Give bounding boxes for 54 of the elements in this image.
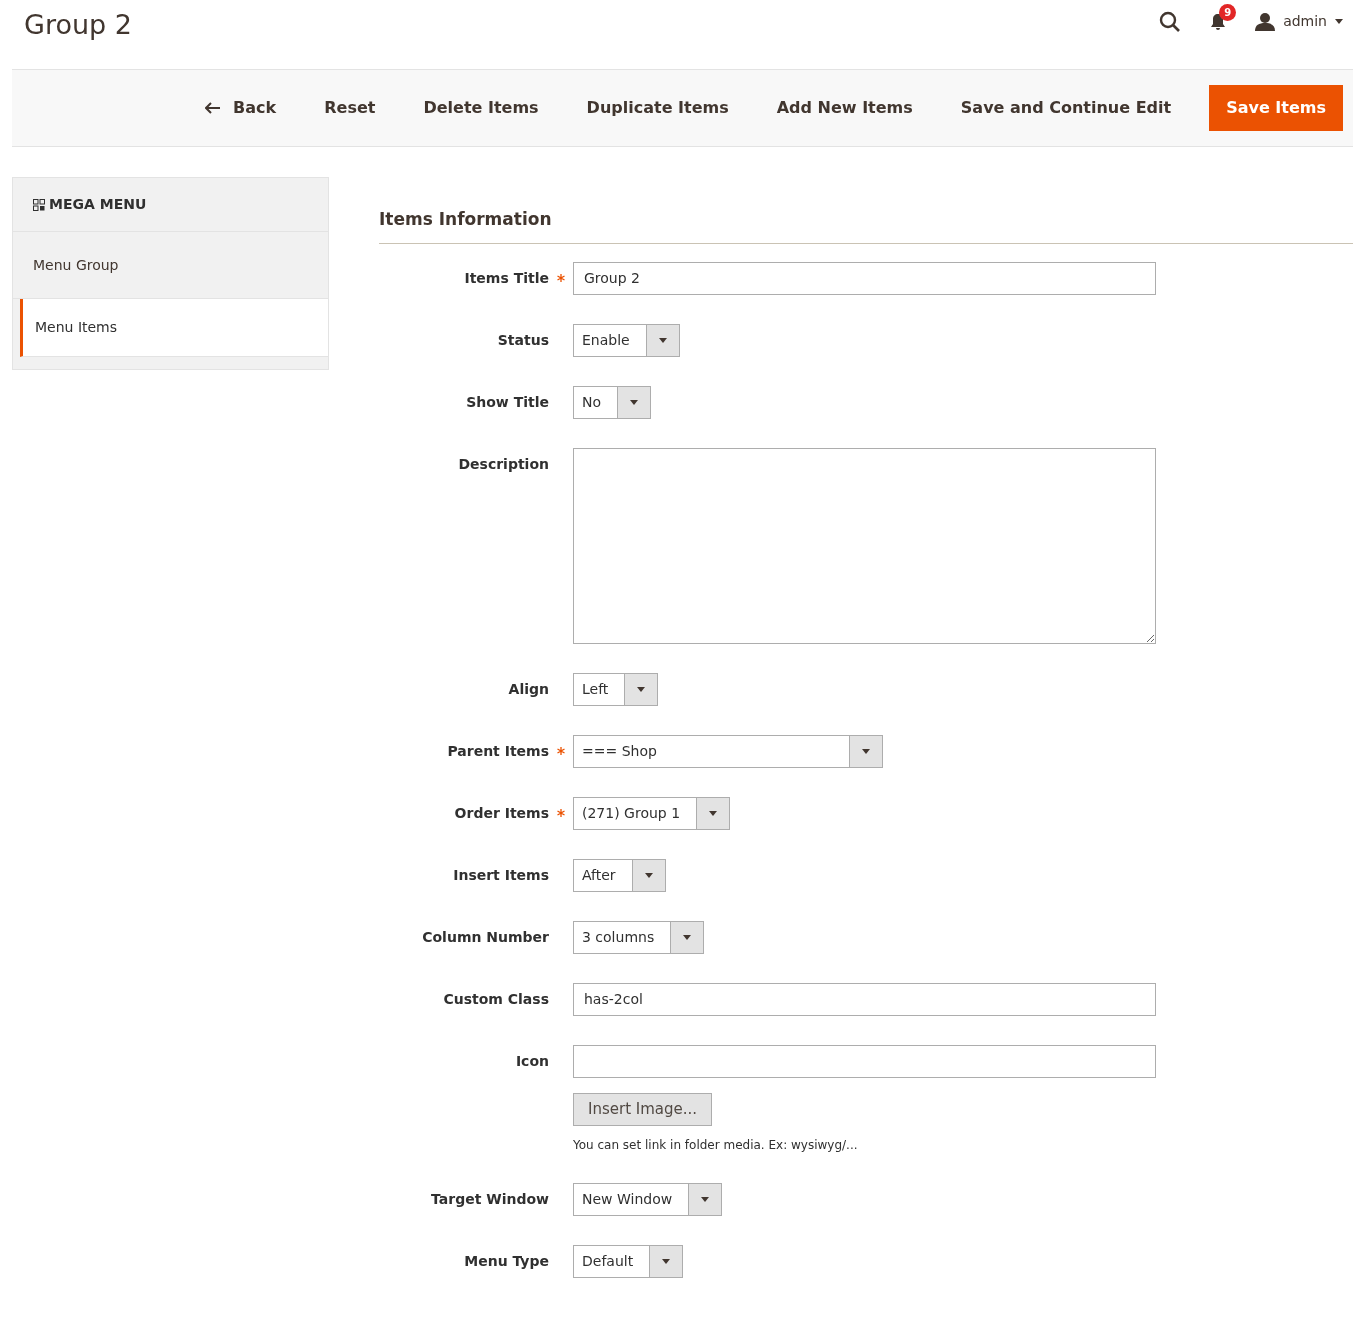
notification-badge: 9 (1219, 3, 1237, 21)
text-field[interactable]: Group 2 (573, 261, 1156, 295)
field-label: Show Title (466, 392, 549, 412)
select-dropdown[interactable]: New Window (573, 1182, 723, 1216)
sidebar-title: MEGA MENU (49, 195, 147, 214)
icon-field[interactable] (573, 1044, 1156, 1078)
field-label: Items Title (464, 268, 549, 288)
caret-icon (630, 399, 639, 405)
text-field[interactable]: has-2col (573, 982, 1156, 1016)
caret-icon (1335, 19, 1343, 24)
caret-icon (637, 686, 646, 692)
field-label: Order Items (454, 803, 549, 823)
field-label: Insert Items (453, 865, 549, 885)
search-icon[interactable] (1159, 10, 1182, 33)
action-button[interactable]: Reset (300, 85, 400, 131)
field-label: Parent Items (447, 741, 549, 761)
page-title: Group 2 (24, 8, 132, 43)
select-dropdown[interactable]: (271) Group 1 (573, 796, 731, 830)
field-label: Custom Class (443, 989, 549, 1009)
caret-icon (683, 934, 692, 940)
select-dropdown[interactable]: 3 columns (573, 920, 705, 954)
caret-icon (709, 810, 718, 816)
field-label: Status (497, 330, 549, 350)
select-dropdown[interactable]: Enable (573, 323, 680, 357)
caret-icon (862, 748, 870, 754)
select-dropdown[interactable]: Left (573, 672, 659, 706)
select-dropdown[interactable]: No (573, 385, 652, 419)
save-button[interactable]: Save Items (1209, 85, 1343, 131)
field-label: Icon (515, 1051, 549, 1071)
user-menu[interactable]: admin (1255, 11, 1343, 32)
caret-icon (662, 1258, 671, 1264)
grid-icon (33, 198, 45, 211)
action-button[interactable]: Duplicate Items (562, 85, 753, 131)
select-dropdown[interactable]: After (573, 858, 666, 892)
action-button[interactable]: Save and Continue Edit (936, 85, 1196, 131)
back-button[interactable]: Back (181, 85, 301, 131)
caret-icon (644, 872, 653, 878)
caret-icon (658, 337, 667, 343)
select-dropdown[interactable]: === Shop (573, 734, 883, 768)
user-icon (1255, 12, 1276, 31)
field-label: Menu Type (464, 1251, 549, 1271)
field-label: Description (458, 454, 549, 474)
arrow-left-icon (205, 102, 222, 114)
section-title: Items Information (379, 207, 1353, 244)
action-button[interactable]: Add New Items (752, 85, 937, 131)
field-label: Align (508, 679, 549, 699)
caret-icon (701, 1196, 710, 1202)
field-label: Target Window (431, 1189, 549, 1209)
insert-image-button[interactable]: Insert Image... (573, 1092, 713, 1126)
help-note: You can set link in folder media. Ex: wysiwyg/... (573, 1136, 859, 1154)
action-button[interactable]: Delete Items (399, 85, 563, 131)
field-label: Column Number (422, 927, 549, 947)
select-dropdown[interactable]: Default (573, 1244, 684, 1278)
sidebar-item[interactable]: Menu Items (20, 299, 328, 357)
